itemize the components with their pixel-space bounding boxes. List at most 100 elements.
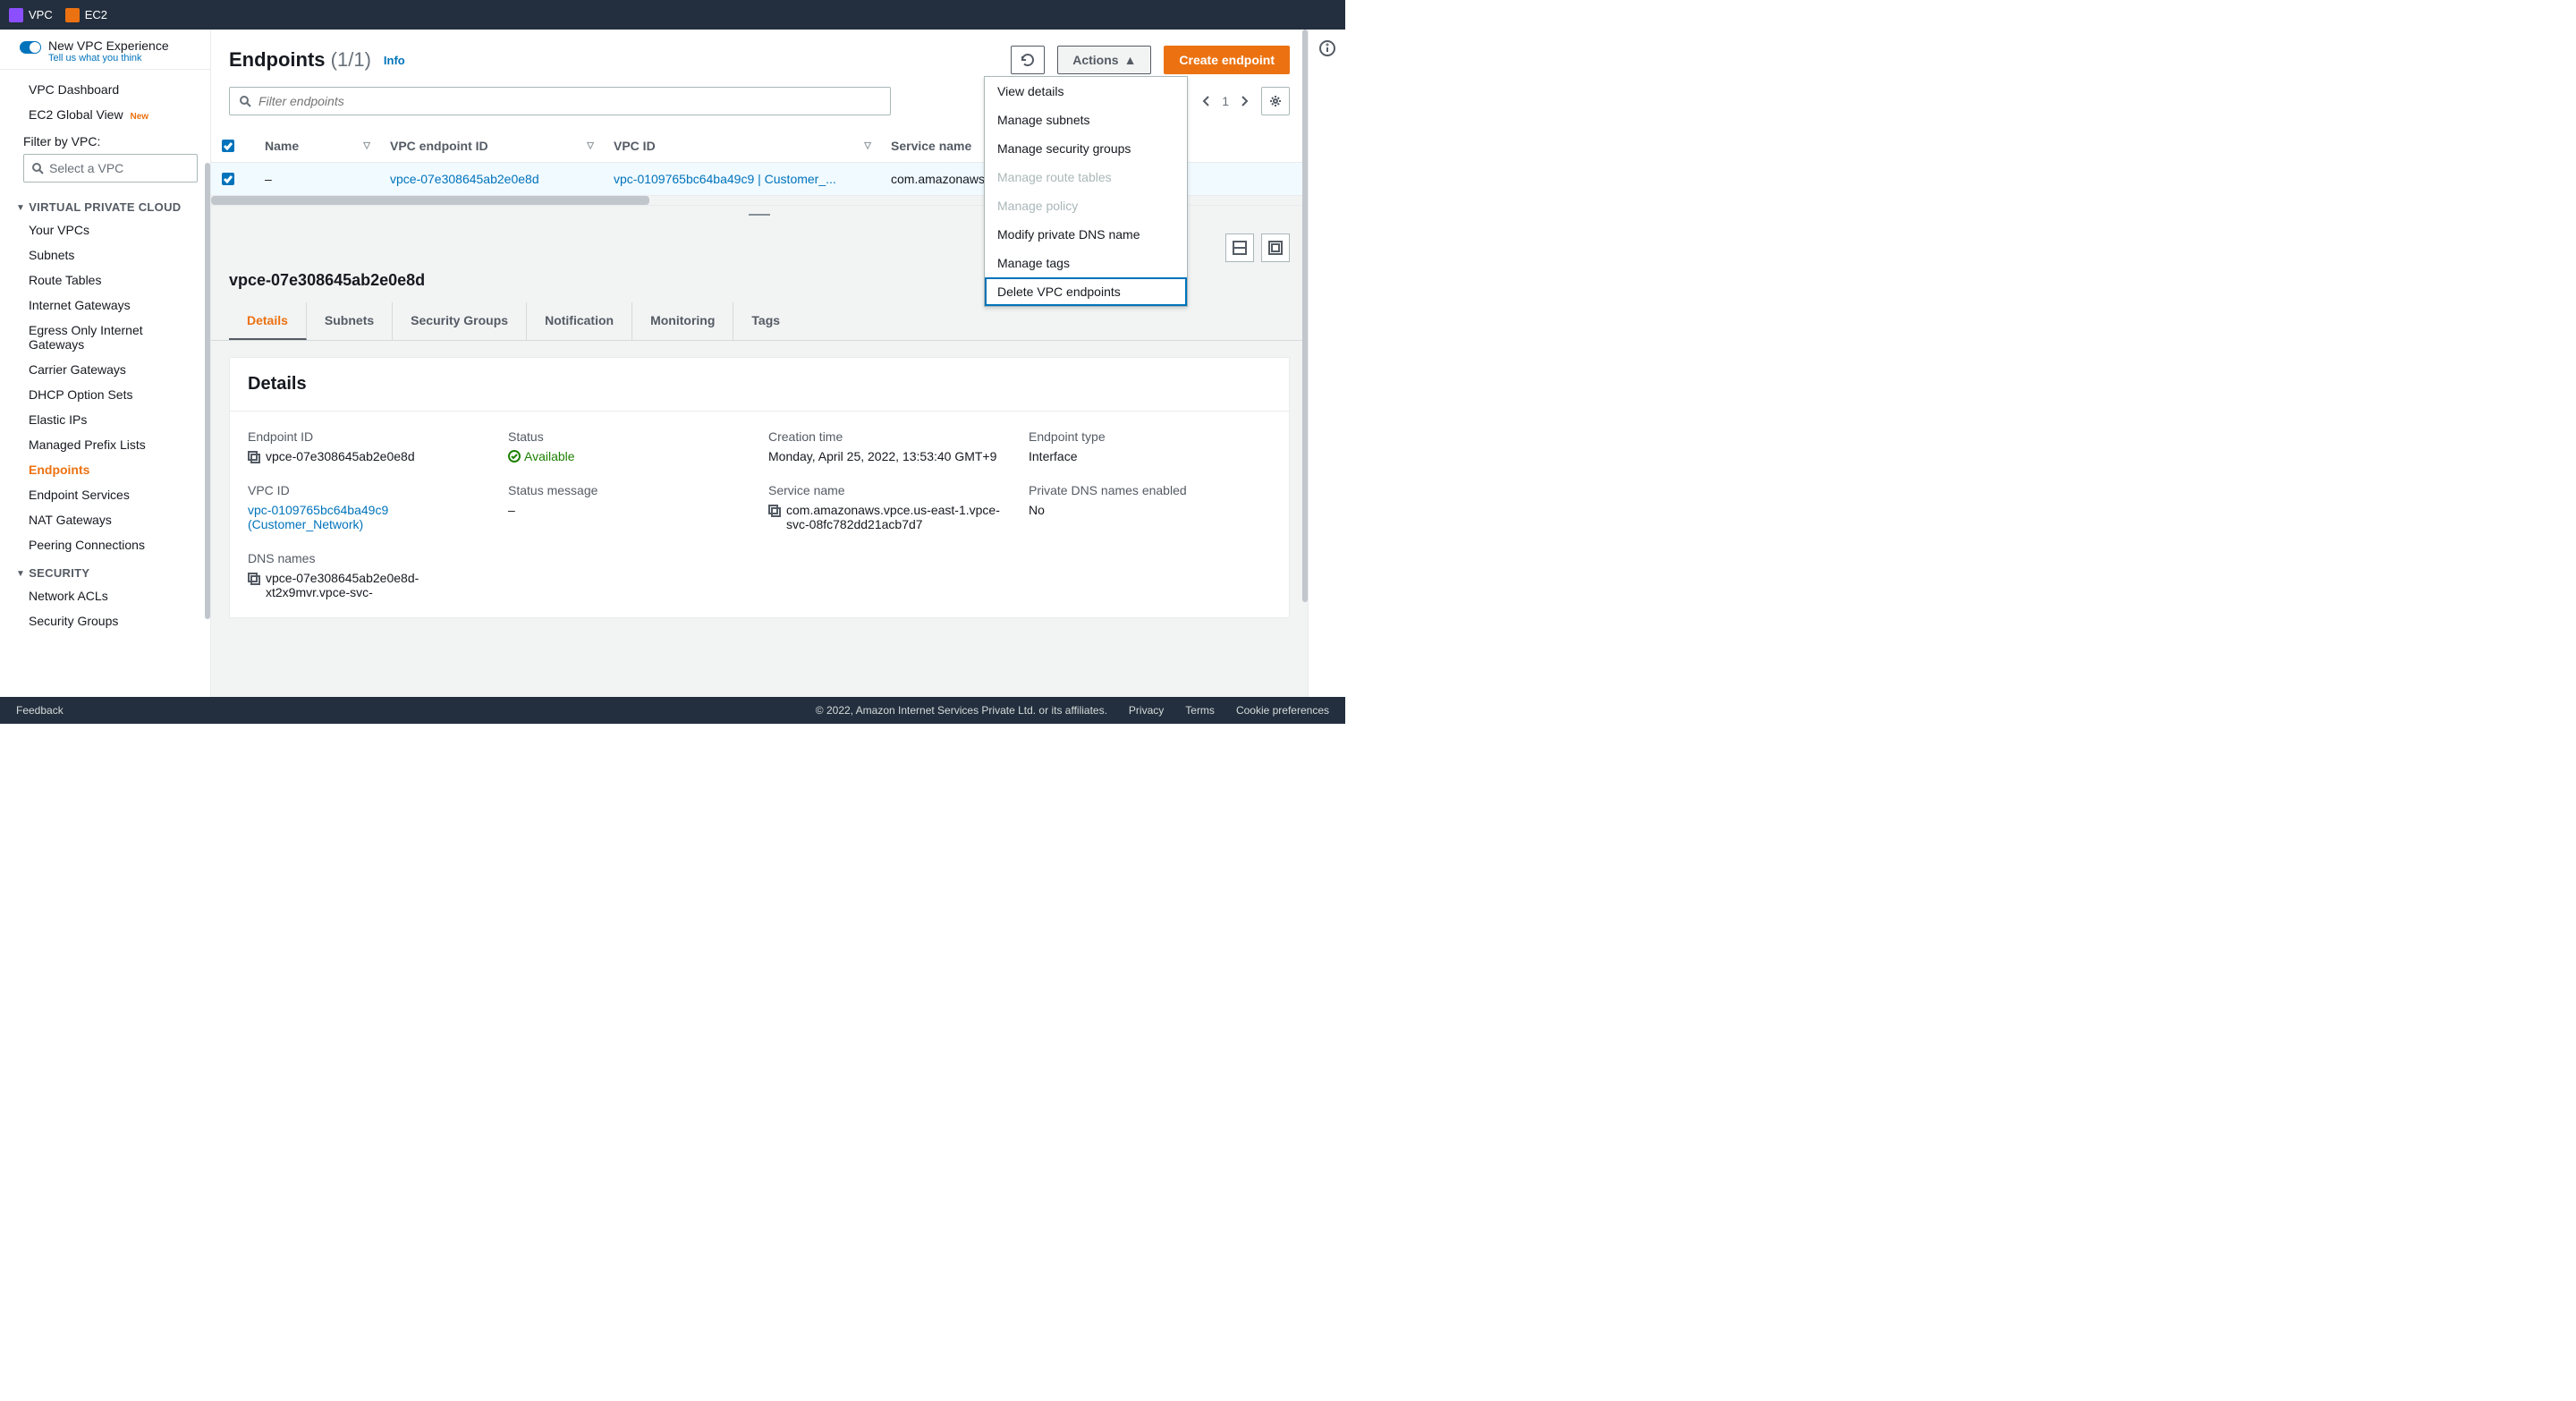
k-vpc-id: VPC ID [248,483,490,497]
right-info-gutter [1308,30,1345,697]
col-checkbox[interactable] [211,130,254,163]
footer-terms[interactable]: Terms [1185,704,1215,717]
v-dns-names: vpce-07e308645ab2e0e8d-xt2x9mvr.vpce-svc… [248,571,490,599]
action-manage-tags[interactable]: Manage tags [985,249,1187,277]
search-icon [31,162,44,174]
copy-icon[interactable] [248,451,260,463]
new-badge: New [130,112,148,122]
footer-feedback[interactable]: Feedback [16,704,64,717]
tab-notification[interactable]: Notification [527,302,632,340]
info-panel-button[interactable] [1319,40,1335,697]
svc-vpc[interactable]: VPC [9,8,53,22]
cell-endpoint-id[interactable]: vpce-07e308645ab2e0e8d [379,163,603,196]
sidebar-scrollbar[interactable] [205,163,210,619]
col-name[interactable]: Name▽ [254,130,379,163]
filter-placeholder: Select a VPC [49,161,123,175]
nav-vpc-dashboard[interactable]: VPC Dashboard [0,77,210,102]
refresh-icon [1021,53,1035,67]
vpc-icon [9,8,23,22]
nav-carrier-gateways[interactable]: Carrier Gateways [0,357,210,382]
layout-full-button[interactable] [1261,234,1290,262]
k-creation: Creation time [768,429,1011,444]
nav-your-vpcs[interactable]: Your VPCs [0,217,210,242]
footer-cookie[interactable]: Cookie preferences [1236,704,1329,717]
tab-monitoring[interactable]: Monitoring [632,302,733,340]
col-endpoint-id[interactable]: VPC endpoint ID▽ [379,130,603,163]
page-title-text: Endpoints [229,48,326,71]
nav-route-tables[interactable]: Route Tables [0,267,210,293]
tab-security-groups[interactable]: Security Groups [393,302,527,340]
nav-security-groups[interactable]: Security Groups [0,608,210,633]
nav-nat-gateways[interactable]: NAT Gateways [0,507,210,532]
action-delete-vpc-endpoints[interactable]: Delete VPC endpoints [985,277,1187,306]
v-vpc-id[interactable]: vpc-0109765bc64ba49c9 (Customer_Network) [248,503,490,531]
toggle-feedback-link[interactable]: Tell us what you think [48,53,169,64]
nav-subnets[interactable]: Subnets [0,242,210,267]
footer: Feedback © 2022, Amazon Internet Service… [0,697,1345,724]
sidebar: New VPC Experience Tell us what you thin… [0,30,211,697]
copy-icon[interactable] [248,573,260,585]
cell-vpc-id[interactable]: vpc-0109765bc64ba49c9 | Customer_... [603,163,880,196]
header-checkbox[interactable] [222,140,234,152]
filter-by-vpc-select[interactable]: Select a VPC [23,154,198,183]
nav-ec2-global-view[interactable]: EC2 Global View New [0,102,210,127]
action-modify-private-dns[interactable]: Modify private DNS name [985,220,1187,249]
table-settings-button[interactable] [1261,87,1290,115]
tab-subnets[interactable]: Subnets [307,302,393,340]
gear-icon [1269,95,1282,107]
nav-elastic-ips[interactable]: Elastic IPs [0,407,210,432]
action-view-details[interactable]: View details [985,77,1187,106]
footer-privacy[interactable]: Privacy [1129,704,1164,717]
nav-network-acls[interactable]: Network ACLs [0,583,210,608]
nav-dhcp-option-sets[interactable]: DHCP Option Sets [0,382,210,407]
details-panel-title: Details [230,358,1289,412]
nav-group-vpc[interactable]: ▼ VIRTUAL PRIVATE CLOUD [0,191,210,217]
filter-by-vpc-label: Filter by VPC: [0,127,210,152]
nav-endpoint-services[interactable]: Endpoint Services [0,482,210,507]
tab-details[interactable]: Details [229,302,307,340]
ec2-icon [65,8,80,22]
k-endpoint-id: Endpoint ID [248,429,490,444]
main-scrollbar[interactable] [1302,30,1308,602]
page-number: 1 [1222,94,1229,108]
k-pdns: Private DNS names enabled [1029,483,1271,497]
nav-endpoints[interactable]: Endpoints [0,457,210,482]
layout-full-icon [1268,241,1283,255]
nav-group-security[interactable]: ▼ SECURITY [0,557,210,583]
nav-group-security-label: SECURITY [29,566,89,580]
status-ok-icon [508,450,521,463]
nav-managed-prefix-lists[interactable]: Managed Prefix Lists [0,432,210,457]
page-next-icon[interactable] [1238,95,1250,107]
nav-internet-gateways[interactable]: Internet Gateways [0,293,210,318]
col-endpoint-id-label: VPC endpoint ID [390,139,488,153]
caret-down-icon: ▼ [16,203,25,213]
k-type: Endpoint type [1029,429,1271,444]
new-experience-toggle[interactable] [20,41,41,54]
footer-copyright: © 2022, Amazon Internet Services Private… [816,704,1107,717]
create-endpoint-button[interactable]: Create endpoint [1164,46,1290,74]
actions-button[interactable]: Actions ▲ [1057,46,1151,74]
info-link[interactable]: Info [384,54,405,67]
svc-ec2[interactable]: EC2 [65,8,107,22]
main-content: Endpoints (1/1) Info Actions ▲ Create en… [211,30,1308,697]
action-manage-subnets[interactable]: Manage subnets [985,106,1187,134]
col-vpc-id-label: VPC ID [614,139,656,153]
col-vpc-id[interactable]: VPC ID▽ [603,130,880,163]
nav-peering-connections[interactable]: Peering Connections [0,532,210,557]
page-prev-icon[interactable] [1200,95,1213,107]
nav-ec2-global-view-label: EC2 Global View [29,107,123,122]
page-title: Endpoints (1/1) [229,48,371,72]
nav-group-vpc-label: VIRTUAL PRIVATE CLOUD [29,200,181,214]
refresh-button[interactable] [1011,46,1045,74]
copy-icon[interactable] [768,505,781,517]
row-checkbox[interactable] [222,173,234,185]
filter-endpoints-input[interactable] [258,94,881,108]
service-bar: VPC EC2 [0,0,1345,30]
action-manage-security-groups[interactable]: Manage security groups [985,134,1187,163]
col-name-label: Name [265,139,299,153]
search-icon [239,95,251,107]
tab-tags[interactable]: Tags [733,302,798,340]
filter-endpoints-search[interactable] [229,87,891,115]
nav-egress-only-igw[interactable]: Egress Only Internet Gateways [0,318,210,357]
layout-split-button[interactable] [1225,234,1254,262]
